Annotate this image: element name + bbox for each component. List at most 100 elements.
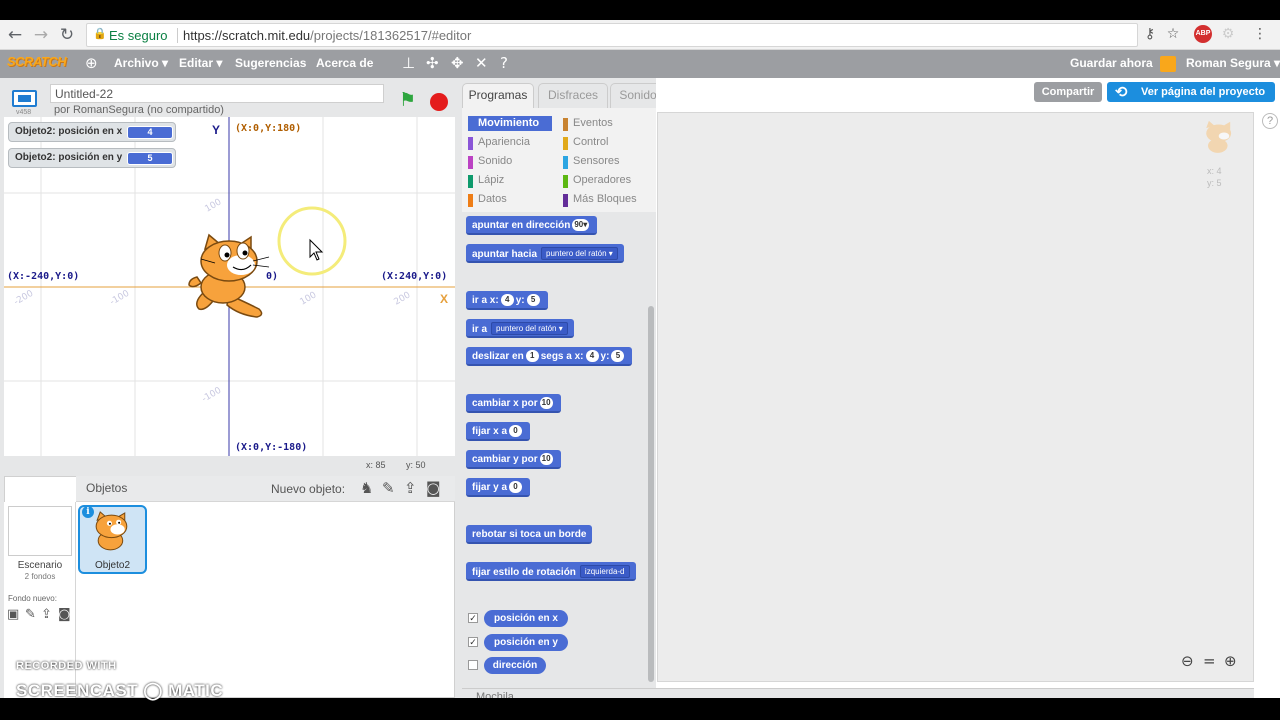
scratch-logo[interactable]: SCRATCH <box>7 54 67 69</box>
set-x-input[interactable]: 0 <box>509 425 523 437</box>
upload-backdrop-icon[interactable]: ⇪ <box>41 607 52 622</box>
block-help-icon[interactable]: ? <box>500 54 508 72</box>
stop-icon[interactable] <box>430 93 448 111</box>
paint-sprite-icon[interactable]: ✎ <box>382 479 395 497</box>
category-lapiz[interactable]: Lápiz <box>468 174 504 188</box>
sync-icon: ⟲ <box>1115 83 1128 101</box>
tick-x-100: 100 <box>299 290 319 307</box>
x-input[interactable]: 4 <box>500 294 514 306</box>
help-icon[interactable]: ? <box>1262 113 1278 129</box>
block-set-y[interactable]: fijar y a0 <box>466 478 531 497</box>
block-change-x[interactable]: cambiar x por 10 <box>466 394 561 413</box>
extension-icon[interactable]: ⚙ <box>1218 24 1238 44</box>
stage-canvas[interactable]: -200 -100 100 200 100 -100 (X:0,Y:180) (… <box>4 117 455 456</box>
project-title-input[interactable]: Untitled-22 <box>50 84 384 103</box>
y-input[interactable]: 5 <box>526 294 540 306</box>
block-go-to[interactable]: ir a puntero del ratón ▾ <box>466 319 574 338</box>
block-glide[interactable]: deslizar en 1 segs a x: 4 y: 5 <box>466 347 633 366</box>
backdrop-library-icon[interactable]: ▣ <box>7 607 19 622</box>
change-y-input[interactable]: 10 <box>539 453 553 465</box>
set-y-input[interactable]: 0 <box>509 481 523 493</box>
camera-sprite-icon[interactable]: ◙ <box>426 479 441 497</box>
address-bar[interactable]: 🔒 Es seguro https://scratch.mit.edu/proj… <box>86 23 1138 47</box>
camera-backdrop-icon[interactable]: ◙ <box>58 607 71 622</box>
bookmark-star-icon[interactable]: ☆ <box>1163 24 1183 44</box>
zoom-out-icon[interactable]: ⊖ <box>1181 652 1194 670</box>
block-go-to-xy[interactable]: ir a x: 4 y: 5 <box>466 291 548 310</box>
block-label: fijar estilo de rotación <box>472 567 576 578</box>
block-change-y[interactable]: cambiar y por 10 <box>466 450 561 469</box>
reporter-direction[interactable]: dirección <box>484 657 546 674</box>
category-movimiento[interactable]: Movimiento <box>468 116 552 131</box>
category-apariencia[interactable]: Apariencia <box>468 136 530 150</box>
menu-kebab-icon[interactable]: ⋮ <box>1250 24 1270 44</box>
stage-thumbnail[interactable] <box>8 506 72 556</box>
block-bounce[interactable]: rebotar si toca un borde <box>466 525 593 544</box>
x-input[interactable]: 4 <box>585 350 599 362</box>
menu-editar[interactable]: Editar ▾ <box>179 56 222 70</box>
cut-icon[interactable]: ✣ <box>426 54 439 72</box>
towards-dropdown[interactable]: puntero del ratón ▾ <box>541 247 618 260</box>
user-avatar[interactable] <box>1160 56 1176 72</box>
category-control[interactable]: Control <box>563 136 609 150</box>
rotation-style-dropdown[interactable]: izquierda-d <box>579 565 630 578</box>
menu-acerca-de[interactable]: Acerca de <box>316 56 373 70</box>
tab-programas[interactable]: Programas <box>462 83 534 108</box>
user-menu[interactable]: Roman Segura ▾ <box>1186 56 1280 70</box>
globe-icon[interactable]: ⊕ <box>85 54 98 72</box>
key-icon[interactable]: ⚷ <box>1140 24 1160 44</box>
monitor-x-position[interactable]: Objeto2: posición en x 4 <box>8 122 176 142</box>
category-operadores[interactable]: Operadores <box>563 174 631 188</box>
watermark-recorded: RECORDED WITH <box>16 660 117 672</box>
zoom-reset-icon[interactable]: = <box>1203 652 1216 670</box>
checkbox-direction[interactable] <box>468 660 478 670</box>
duplicate-stamp-icon[interactable]: ⊥ <box>402 54 415 72</box>
secs-input[interactable]: 1 <box>525 350 539 362</box>
url-text[interactable]: https://scratch.mit.edu/projects/1813625… <box>183 28 471 43</box>
forward-icon[interactable]: → <box>30 24 52 46</box>
checkbox-y-position[interactable]: ✓ <box>468 637 478 647</box>
bottom-letterbox <box>0 698 1280 720</box>
category-mas-bloques[interactable]: Más Bloques <box>563 193 637 207</box>
shrink-icon[interactable]: ✕ <box>475 54 488 72</box>
block-rotation-style[interactable]: fijar estilo de rotación izquierda-d <box>466 562 636 581</box>
y-input[interactable]: 5 <box>611 350 625 362</box>
stage-size-toggle-icon[interactable] <box>12 90 37 107</box>
change-x-input[interactable]: 10 <box>539 397 553 409</box>
direction-input[interactable]: 90▾ <box>572 219 590 231</box>
sprite-tile-objeto2[interactable]: i Objeto2 <box>78 505 147 574</box>
scripts-area[interactable] <box>657 112 1254 682</box>
current-sprite-ghost-icon <box>1206 120 1232 153</box>
category-label: Control <box>573 136 609 148</box>
share-button[interactable]: Compartir <box>1034 82 1102 102</box>
sprite-library-icon[interactable]: ♞ <box>360 479 373 497</box>
menu-archivo[interactable]: Archivo ▾ <box>114 56 168 70</box>
scratch-menubar: SCRATCH ⊕ Archivo ▾ Editar ▾ Sugerencias… <box>0 50 1280 78</box>
back-icon[interactable]: ← <box>4 24 26 46</box>
cat-sprite[interactable] <box>188 233 270 318</box>
block-point-towards[interactable]: apuntar hacia puntero del ratón ▾ <box>466 244 624 263</box>
reload-icon[interactable]: ↻ <box>56 24 78 46</box>
category-sensores[interactable]: Sensores <box>563 155 619 169</box>
menu-sugerencias[interactable]: Sugerencias <box>235 56 306 70</box>
palette-scrollbar[interactable] <box>648 306 654 682</box>
view-project-page-button[interactable]: ⟲ Ver página del proyecto <box>1107 82 1275 102</box>
zoom-in-icon[interactable]: ⊕ <box>1224 652 1237 670</box>
tab-disfraces[interactable]: Disfraces <box>538 83 608 108</box>
reporter-y-position[interactable]: posición en y <box>484 634 568 651</box>
adblock-icon[interactable]: ABP <box>1194 25 1212 43</box>
save-now-link[interactable]: Guardar ahora <box>1070 56 1153 70</box>
grow-icon[interactable]: ✥ <box>451 54 464 72</box>
block-point-in-direction[interactable]: apuntar en dirección 90▾ <box>466 216 598 235</box>
reporter-x-position[interactable]: posición en x <box>484 610 568 627</box>
category-eventos[interactable]: Eventos <box>563 117 613 131</box>
category-sonido[interactable]: Sonido <box>468 155 512 169</box>
green-flag-icon[interactable]: ⚑ <box>399 89 416 111</box>
goto-dropdown[interactable]: puntero del ratón ▾ <box>491 322 568 335</box>
category-datos[interactable]: Datos <box>468 193 507 207</box>
monitor-y-position[interactable]: Objeto2: posición en y 5 <box>8 148 176 168</box>
checkbox-x-position[interactable]: ✓ <box>468 613 478 623</box>
block-set-x[interactable]: fijar x a0 <box>466 422 531 441</box>
paint-backdrop-icon[interactable]: ✎ <box>25 607 36 622</box>
upload-sprite-icon[interactable]: ⇪ <box>404 479 417 497</box>
